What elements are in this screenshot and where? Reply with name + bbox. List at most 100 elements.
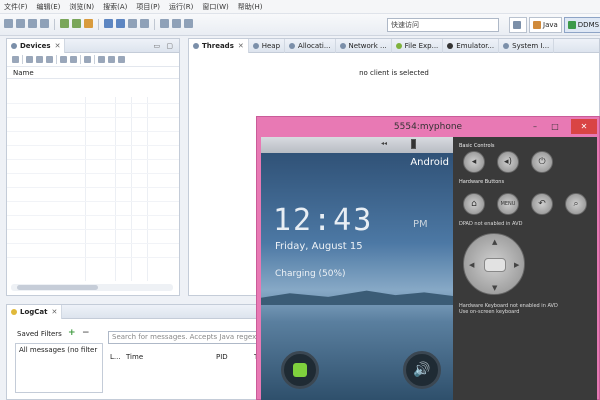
perspective-label: Java bbox=[543, 21, 558, 29]
grid-row bbox=[7, 257, 179, 258]
toolbar-separator bbox=[94, 55, 95, 64]
scrollbar-thumb[interactable] bbox=[17, 285, 98, 290]
print-icon[interactable] bbox=[40, 19, 49, 28]
close-icon[interactable]: ✕ bbox=[238, 42, 244, 50]
tab-logcat[interactable]: LogCat ✕ bbox=[7, 304, 63, 319]
method-profiling-icon[interactable] bbox=[70, 56, 77, 63]
menu-window[interactable]: 窗口(W) bbox=[202, 2, 228, 12]
tab-devices[interactable]: Devices ✕ bbox=[7, 38, 66, 53]
menu-button[interactable]: MENU bbox=[497, 193, 519, 215]
close-icon[interactable]: ✕ bbox=[52, 308, 58, 316]
menu-project[interactable]: 项目(P) bbox=[136, 2, 160, 12]
tab-threads[interactable]: Threads ✕ bbox=[189, 38, 249, 53]
sound-toggle[interactable]: 🔊 bbox=[403, 351, 441, 389]
menu-edit[interactable]: 编辑(E) bbox=[37, 2, 61, 12]
remove-filter-icon[interactable]: − bbox=[82, 328, 90, 338]
toolbar-separator bbox=[22, 55, 23, 64]
debug-icon[interactable] bbox=[60, 19, 69, 28]
volume-down-button[interactable]: ◂ bbox=[463, 151, 485, 173]
minimize-icon[interactable]: – bbox=[527, 119, 543, 134]
tab-system-info[interactable]: System I... bbox=[499, 38, 555, 53]
menu-navigate[interactable]: 浏览(N) bbox=[69, 2, 94, 12]
toolbar-icons bbox=[4, 19, 193, 30]
quick-access-input[interactable]: 快速访问 bbox=[387, 18, 499, 32]
cause-gc-icon[interactable] bbox=[46, 56, 53, 63]
android-sdk-icon[interactable] bbox=[104, 19, 113, 28]
view-menu-icon[interactable] bbox=[118, 56, 125, 63]
forward-icon[interactable] bbox=[172, 19, 181, 28]
open-perspective-icon bbox=[513, 21, 521, 29]
run-icon[interactable] bbox=[72, 19, 81, 28]
speaker-icon: 🔊 bbox=[413, 362, 431, 378]
screen-capture-icon[interactable] bbox=[98, 56, 105, 63]
grid-line bbox=[147, 97, 148, 281]
update-heap-icon[interactable] bbox=[26, 56, 33, 63]
dpad-down-icon[interactable]: ▼ bbox=[492, 284, 497, 292]
unlock-handle[interactable] bbox=[281, 351, 319, 389]
avd-manager-icon[interactable] bbox=[116, 19, 125, 28]
column-level[interactable]: L... bbox=[110, 353, 121, 361]
add-filter-icon[interactable]: + bbox=[68, 328, 76, 338]
tab-label: LogCat bbox=[20, 307, 48, 316]
debug-process-icon[interactable] bbox=[12, 56, 19, 63]
search-icon: ⌕ bbox=[573, 199, 579, 209]
back-icon[interactable] bbox=[160, 19, 169, 28]
menu-search[interactable]: 搜索(A) bbox=[103, 2, 127, 12]
dpad-up-icon[interactable]: ▲ bbox=[492, 238, 497, 246]
dump-hprof-icon[interactable] bbox=[36, 56, 43, 63]
tab-label: File Exp... bbox=[404, 41, 439, 50]
home-button[interactable]: ⌂ bbox=[463, 193, 485, 215]
wallpaper-mountains bbox=[261, 290, 453, 305]
close-icon[interactable]: ✕ bbox=[571, 119, 597, 134]
save-all-icon[interactable] bbox=[28, 19, 37, 28]
pin-icon[interactable] bbox=[184, 19, 193, 28]
dpad-left-icon[interactable]: ◀ bbox=[469, 261, 474, 269]
network-icon bbox=[339, 42, 346, 49]
back-button[interactable]: ↶ bbox=[531, 193, 553, 215]
tab-file-explorer[interactable]: File Exp... bbox=[392, 38, 444, 53]
power-button[interactable]: ⏻ bbox=[531, 151, 553, 173]
phone-screen[interactable]: ◂◂ Android 12:43 PM Friday, August 15 Ch… bbox=[261, 137, 453, 400]
save-icon[interactable] bbox=[16, 19, 25, 28]
devices-panel: Devices ✕ ▭ ▢ Name bbox=[6, 38, 180, 296]
column-pid[interactable]: PID bbox=[216, 353, 228, 361]
external-tools-icon[interactable] bbox=[84, 19, 93, 28]
tab-label: Network ... bbox=[348, 41, 387, 50]
reset-adb-icon[interactable] bbox=[108, 56, 115, 63]
grid-row bbox=[7, 117, 179, 118]
tab-emulator-control[interactable]: Emulator... bbox=[443, 38, 500, 53]
column-time[interactable]: Time bbox=[126, 353, 143, 361]
lockscreen-clock: 12:43 bbox=[273, 203, 374, 238]
dpad-center-button[interactable] bbox=[484, 258, 506, 272]
volume-up-button[interactable]: ◂) bbox=[497, 151, 519, 173]
perspective-switcher: Java DDMS bbox=[509, 17, 600, 33]
list-item[interactable]: All messages (no filter bbox=[16, 344, 102, 356]
stop-process-icon[interactable] bbox=[84, 56, 91, 63]
menu-run[interactable]: 运行(R) bbox=[169, 2, 193, 12]
back-icon: ↶ bbox=[538, 199, 546, 209]
logcat-search-input[interactable]: Search for messages. Accepts Java regexe bbox=[108, 331, 267, 344]
perspective-java[interactable]: Java bbox=[529, 17, 562, 33]
search-icon[interactable] bbox=[140, 19, 149, 28]
menu-file[interactable]: 文件(F) bbox=[4, 2, 28, 12]
logcat-icon bbox=[11, 308, 17, 315]
dpad-right-icon[interactable]: ▶ bbox=[514, 261, 519, 269]
menu-help[interactable]: 帮助(H) bbox=[238, 2, 263, 12]
update-threads-icon[interactable] bbox=[60, 56, 67, 63]
maximize-icon[interactable]: □ bbox=[547, 119, 563, 134]
dpad[interactable]: ▲ ▼ ◀ ▶ bbox=[463, 233, 525, 295]
view-controls[interactable]: ▭ ▢ bbox=[154, 42, 179, 50]
devices-horizontal-scrollbar[interactable] bbox=[11, 284, 173, 291]
open-type-icon[interactable] bbox=[128, 19, 137, 28]
new-icon[interactable] bbox=[4, 19, 13, 28]
tab-heap[interactable]: Heap bbox=[249, 38, 286, 53]
search-button[interactable]: ⌕ bbox=[565, 193, 587, 215]
grid-line bbox=[85, 97, 86, 281]
perspective-ddms[interactable]: DDMS bbox=[563, 17, 600, 33]
close-icon[interactable]: ✕ bbox=[55, 42, 61, 50]
tab-allocation-tracker[interactable]: Allocati... bbox=[285, 38, 336, 53]
logcat-panel: LogCat ✕ Saved Filters + − All messages (… bbox=[6, 304, 267, 400]
grid-row bbox=[7, 187, 179, 188]
tab-network[interactable]: Network ... bbox=[336, 38, 392, 53]
open-perspective-button[interactable] bbox=[509, 17, 527, 33]
